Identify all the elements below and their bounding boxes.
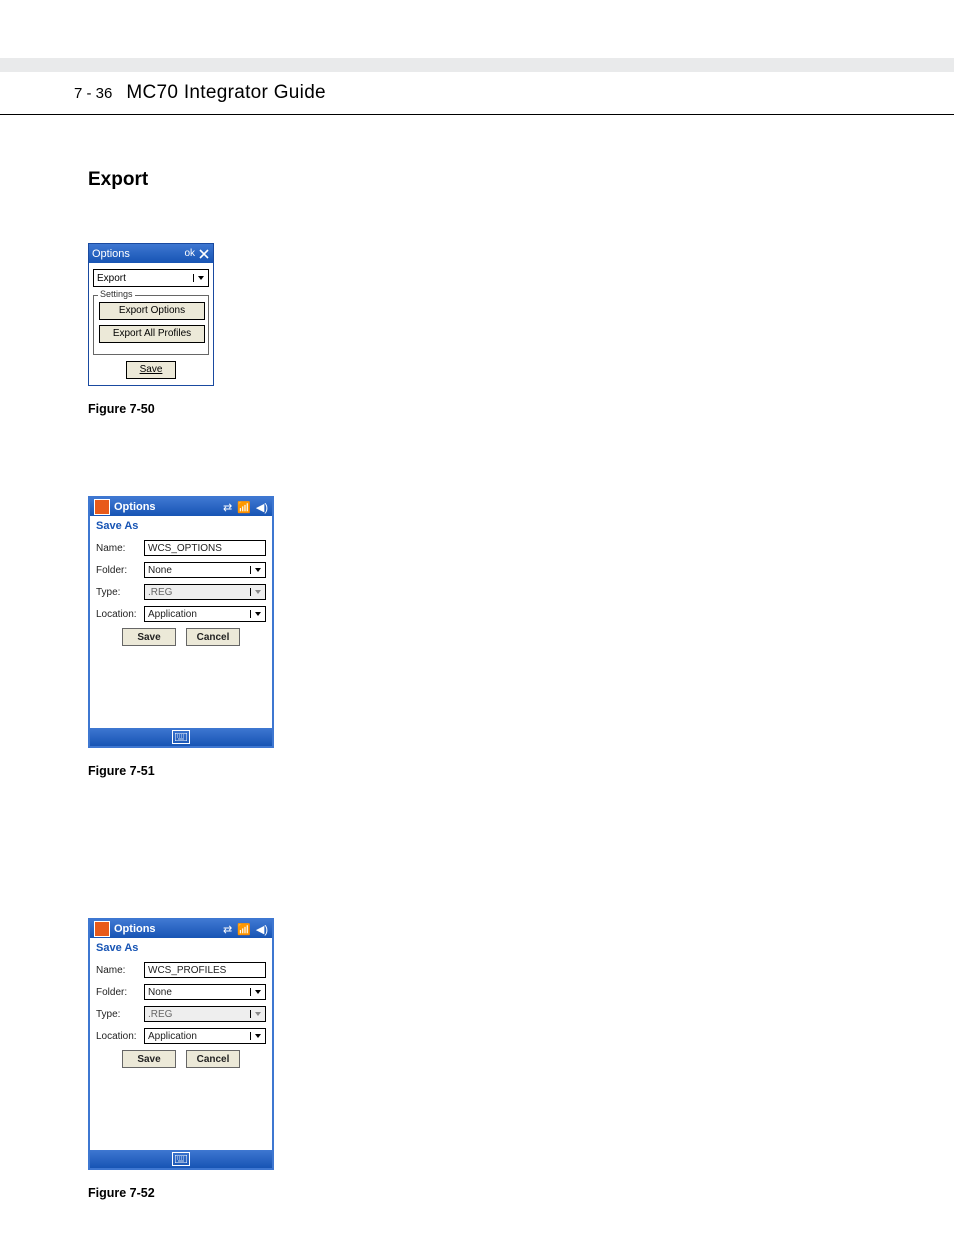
sub-header: Save As xyxy=(90,938,272,958)
connectivity-icon: ⇄ xyxy=(223,501,232,514)
cancel-button[interactable]: Cancel xyxy=(186,628,240,646)
type-label: Type: xyxy=(96,587,144,598)
bottom-bar xyxy=(90,728,272,746)
settings-fieldset: Settings Export Options Export All Profi… xyxy=(93,295,209,355)
save-button[interactable]: Save xyxy=(126,361,176,379)
chevron-down-icon xyxy=(250,1010,265,1018)
window-title: Options xyxy=(114,923,223,935)
figure-caption: Figure 7-50 xyxy=(88,402,954,416)
guide-title: MC70 Integrator Guide xyxy=(126,82,326,104)
page-header: 7 - 36 MC70 Integrator Guide xyxy=(0,72,954,115)
status-icons: ⇄ 📶 ◀) xyxy=(223,923,268,936)
app-icon xyxy=(94,499,110,515)
gray-top-band xyxy=(0,58,954,72)
connectivity-icon: ⇄ xyxy=(223,923,232,936)
folder-select[interactable]: None xyxy=(144,984,266,1000)
name-label: Name: xyxy=(96,965,144,976)
form-area: Name: WCS_PROFILES Folder: None Type: xyxy=(90,958,272,1072)
folder-value: None xyxy=(145,565,250,576)
window-title: Options xyxy=(114,501,223,513)
save-button[interactable]: Save xyxy=(122,628,176,646)
save-as-window: Options ⇄ 📶 ◀) Save As Name: WCS_OPTIONS… xyxy=(88,496,274,748)
save-as-window: Options ⇄ 📶 ◀) Save As Name: WCS_PROFILE… xyxy=(88,918,274,1170)
type-select: .REG xyxy=(144,584,266,600)
location-select[interactable]: Application xyxy=(144,606,266,622)
options-window: Options ok Export Settings Export Option… xyxy=(88,243,214,386)
chevron-down-icon xyxy=(250,588,265,596)
chevron-down-icon xyxy=(250,610,265,618)
location-select[interactable]: Application xyxy=(144,1028,266,1044)
folder-select[interactable]: None xyxy=(144,562,266,578)
figure-7-50: Options ok Export Settings Export Option… xyxy=(88,243,954,416)
export-all-profiles-button[interactable]: Export All Profiles xyxy=(99,325,205,343)
name-label: Name: xyxy=(96,543,144,554)
chevron-down-icon xyxy=(193,274,208,282)
keyboard-icon[interactable] xyxy=(172,730,190,744)
keyboard-icon[interactable] xyxy=(172,1152,190,1166)
status-icons: ⇄ 📶 ◀) xyxy=(223,501,268,514)
window-title: Options xyxy=(92,248,184,260)
figure-7-52: Options ⇄ 📶 ◀) Save As Name: WCS_PROFILE… xyxy=(88,918,954,1200)
figure-7-51: Options ⇄ 📶 ◀) Save As Name: WCS_OPTIONS… xyxy=(88,496,954,778)
title-bar: Options ⇄ 📶 ◀) xyxy=(90,920,272,938)
save-button[interactable]: Save xyxy=(122,1050,176,1068)
type-value: .REG xyxy=(145,1009,250,1020)
location-value: Application xyxy=(145,609,250,620)
type-value: .REG xyxy=(145,587,250,598)
sub-header: Save As xyxy=(90,516,272,536)
folder-label: Folder: xyxy=(96,987,144,998)
chevron-down-icon xyxy=(250,566,265,574)
location-label: Location: xyxy=(96,1031,144,1042)
speaker-icon: ◀) xyxy=(256,501,268,514)
chevron-down-icon xyxy=(250,1032,265,1040)
chevron-down-icon xyxy=(250,988,265,996)
app-icon xyxy=(94,921,110,937)
page-number: 7 - 36 xyxy=(74,85,112,102)
folder-label: Folder: xyxy=(96,565,144,576)
export-options-button[interactable]: Export Options xyxy=(99,302,205,320)
location-label: Location: xyxy=(96,609,144,620)
mode-dropdown[interactable]: Export xyxy=(93,269,209,287)
figure-caption: Figure 7-52 xyxy=(88,1186,954,1200)
speaker-icon: ◀) xyxy=(256,923,268,936)
bottom-bar xyxy=(90,1150,272,1168)
dropdown-value: Export xyxy=(94,273,193,284)
close-icon[interactable] xyxy=(198,248,210,260)
type-label: Type: xyxy=(96,1009,144,1020)
title-bar: Options ⇄ 📶 ◀) xyxy=(90,498,272,516)
fieldset-legend: Settings xyxy=(98,289,135,299)
figure-caption: Figure 7-51 xyxy=(88,764,954,778)
name-value: WCS_OPTIONS xyxy=(148,543,222,554)
name-field[interactable]: WCS_PROFILES xyxy=(144,962,266,978)
signal-icon: 📶 xyxy=(237,923,251,936)
type-select: .REG xyxy=(144,1006,266,1022)
location-value: Application xyxy=(145,1031,250,1042)
form-area: Name: WCS_OPTIONS Folder: None Type: . xyxy=(90,536,272,650)
name-value: WCS_PROFILES xyxy=(148,965,226,976)
title-bar: Options ok xyxy=(89,244,213,263)
folder-value: None xyxy=(145,987,250,998)
name-field[interactable]: WCS_OPTIONS xyxy=(144,540,266,556)
section-heading: Export xyxy=(88,169,954,191)
ok-button[interactable]: ok xyxy=(184,248,195,259)
signal-icon: 📶 xyxy=(237,501,251,514)
cancel-button[interactable]: Cancel xyxy=(186,1050,240,1068)
